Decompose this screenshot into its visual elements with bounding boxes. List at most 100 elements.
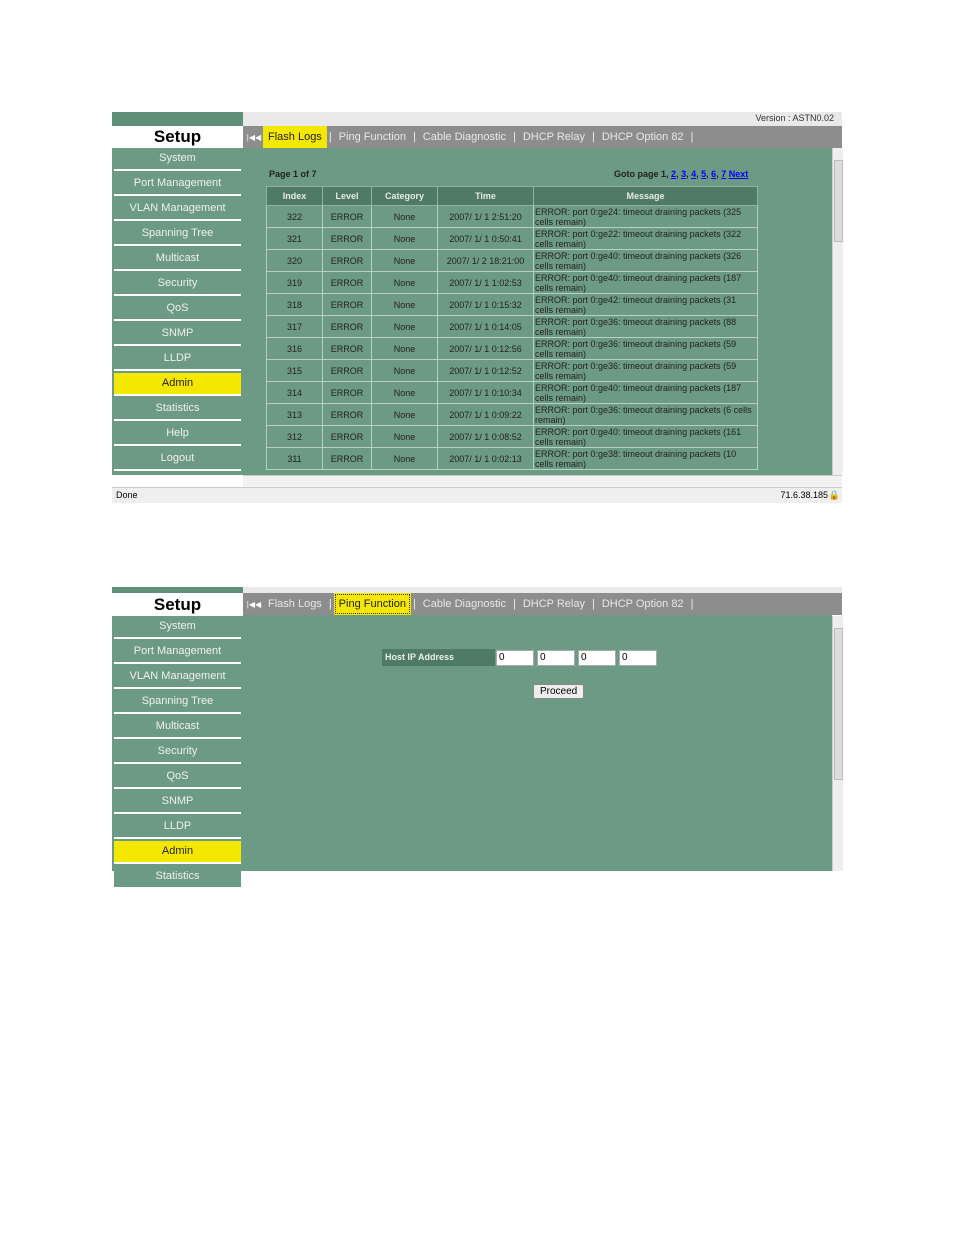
- sidebar-item-help[interactable]: Help: [114, 423, 241, 446]
- cell-level: ERROR: [322, 447, 372, 470]
- cell-time: 2007/ 1/ 1 0:12:56: [437, 337, 534, 360]
- cell-category: None: [371, 227, 438, 250]
- sidebar-item-vlan-management[interactable]: VLAN Management: [114, 666, 241, 689]
- page-link-3[interactable]: 3: [681, 169, 686, 179]
- tab-ping-function[interactable]: Ping Function: [333, 593, 411, 615]
- cell-message: ERROR: port 0:ge38: timeout draining pac…: [533, 447, 758, 470]
- tab-ping-function[interactable]: Ping Function: [334, 126, 411, 148]
- first-page-icon[interactable]: |◀◀: [245, 127, 263, 149]
- status-ip: 71.6.38.185: [780, 490, 828, 500]
- sidebar-item-qos[interactable]: QoS: [114, 298, 241, 321]
- cell-message: ERROR: port 0:ge42: timeout draining pac…: [533, 293, 758, 316]
- sidebar-item-system[interactable]: System: [114, 148, 241, 171]
- cell-category: None: [371, 403, 438, 426]
- table-row: 320 ERROR None 2007/ 1/ 2 18:21:00 ERROR: po…: [266, 249, 758, 272]
- cell-index: 316: [266, 337, 323, 360]
- column-header-category: Category: [371, 186, 438, 206]
- cell-index: 320: [266, 249, 323, 272]
- cell-message: ERROR: port 0:ge40: timeout draining pac…: [533, 271, 758, 294]
- tab-separator: |: [412, 131, 416, 143]
- cell-time: 2007/ 1/ 1 0:08:52: [437, 425, 534, 448]
- tab-dhcp-relay[interactable]: DHCP Relay: [518, 126, 590, 148]
- first-page-icon[interactable]: |◀◀: [245, 594, 263, 616]
- page-link-7[interactable]: 7: [721, 169, 726, 179]
- page-info: Page 1 of 7: [269, 169, 317, 179]
- page-link-6[interactable]: 6: [711, 169, 716, 179]
- tab-dhcp-option-82[interactable]: DHCP Option 82: [597, 126, 689, 148]
- ip-octet-1[interactable]: 0: [496, 650, 534, 666]
- tab-flash-logs[interactable]: Flash Logs: [263, 126, 327, 148]
- sidebar-item-snmp[interactable]: SNMP: [114, 323, 241, 346]
- sidebar-item-logout[interactable]: Logout: [114, 448, 241, 471]
- tab-dhcp-option-82[interactable]: DHCP Option 82: [597, 593, 689, 615]
- sidebar-item-spanning-tree[interactable]: Spanning Tree: [114, 691, 241, 714]
- ip-octet-3[interactable]: 0: [578, 650, 616, 666]
- page-link-5[interactable]: 5: [701, 169, 706, 179]
- sidebar-item-vlan-management[interactable]: VLAN Management: [114, 198, 241, 221]
- cell-index: 314: [266, 381, 323, 404]
- table-row: 314 ERROR None 2007/ 1/ 1 0:10:34 ERROR: por…: [266, 381, 758, 404]
- tab-dhcp-relay[interactable]: DHCP Relay: [518, 593, 590, 615]
- sidebar-item-port-management[interactable]: Port Management: [114, 641, 241, 664]
- cell-index: 322: [266, 205, 323, 228]
- sidebar-item-security[interactable]: Security: [114, 273, 241, 296]
- tab-cable-diagnostic[interactable]: Cable Diagnostic: [418, 593, 511, 615]
- sidebar-item-lldp[interactable]: LLDP: [114, 816, 241, 839]
- cell-time: 2007/ 1/ 1 0:15:32: [437, 293, 534, 316]
- cell-time: 2007/ 1/ 1 1:02:53: [437, 271, 534, 294]
- cell-level: ERROR: [322, 271, 372, 294]
- sidebar-item-system[interactable]: System: [114, 616, 241, 639]
- cell-index: 321: [266, 227, 323, 250]
- sidebar-item-multicast[interactable]: Multicast: [114, 716, 241, 739]
- sidebar-item-snmp[interactable]: SNMP: [114, 791, 241, 814]
- vertical-scrollbar[interactable]: [832, 148, 843, 475]
- sidebar-item-port-management[interactable]: Port Management: [114, 173, 241, 196]
- setup-title: Setup: [112, 594, 243, 616]
- flash-logs-window: Version : ASTN0.02 Setup |◀◀ Flash Logs | P…: [112, 112, 843, 503]
- sidebar-item-admin[interactable]: Admin: [114, 373, 241, 396]
- ip-octet-4[interactable]: 0: [619, 650, 657, 666]
- cell-message: ERROR: port 0:ge40: timeout draining pac…: [533, 249, 758, 272]
- tab-separator: |: [512, 598, 516, 610]
- tab-separator: |: [412, 598, 416, 610]
- sidebar-item-qos[interactable]: QoS: [114, 766, 241, 789]
- column-header-message: Message: [533, 186, 758, 206]
- sidebar-item-lldp[interactable]: LLDP: [114, 348, 241, 371]
- proceed-button[interactable]: Proceed: [533, 684, 585, 699]
- cell-message: ERROR: port 0:ge36: timeout draining pac…: [533, 359, 758, 382]
- cell-time: 2007/ 1/ 1 0:09:22: [437, 403, 534, 426]
- sidebar-item-admin[interactable]: Admin: [114, 841, 241, 864]
- goto-page: Goto page 1, 2, 3, 4, 5, 6, 7 Next: [614, 169, 749, 179]
- ping-function-window: Setup |◀◀ Flash Logs | Ping Function | Cable …: [112, 587, 843, 889]
- cell-index: 317: [266, 315, 323, 338]
- page-link-2[interactable]: 2: [671, 169, 676, 179]
- host-ip-label: Host IP Address: [382, 649, 495, 666]
- tab-flash-logs[interactable]: Flash Logs: [263, 593, 327, 615]
- table-row: 322 ERROR None 2007/ 1/ 1 2:51:20 ERROR: por…: [266, 205, 758, 228]
- cell-index: 313: [266, 403, 323, 426]
- cell-level: ERROR: [322, 359, 372, 382]
- sidebar-item-statistics[interactable]: Statistics: [114, 866, 241, 889]
- main-content: Host IP Address 0 0 0 0 Proceed: [243, 615, 832, 871]
- cell-category: None: [371, 381, 438, 404]
- tab-cable-diagnostic[interactable]: Cable Diagnostic: [418, 126, 511, 148]
- cell-message: ERROR: port 0:ge22: timeout draining pac…: [533, 227, 758, 250]
- cell-index: 311: [266, 447, 323, 470]
- cell-level: ERROR: [322, 381, 372, 404]
- next-page-link[interactable]: Next: [729, 169, 749, 179]
- vertical-scrollbar[interactable]: [832, 616, 843, 871]
- tab-bar: |◀◀ Flash Logs | Ping Function | Cable Diagno…: [243, 126, 842, 148]
- cell-time: 2007/ 1/ 2 18:21:00: [437, 249, 534, 272]
- sidebar-item-spanning-tree[interactable]: Spanning Tree: [114, 223, 241, 246]
- main-content: Page 1 of 7 Goto page 1, 2, 3, 4, 5, 6, …: [243, 148, 832, 475]
- cell-message: ERROR: port 0:ge40: timeout draining pac…: [533, 381, 758, 404]
- sidebar-item-statistics[interactable]: Statistics: [114, 398, 241, 421]
- sidebar-item-security[interactable]: Security: [114, 741, 241, 764]
- cell-message: ERROR: port 0:ge36: timeout draining pac…: [533, 337, 758, 360]
- lock-icon: 🔒: [828, 490, 840, 500]
- page-link-4[interactable]: 4: [691, 169, 696, 179]
- sidebar-item-multicast[interactable]: Multicast: [114, 248, 241, 271]
- ip-octet-2[interactable]: 0: [537, 650, 575, 666]
- cell-category: None: [371, 205, 438, 228]
- cell-level: ERROR: [322, 293, 372, 316]
